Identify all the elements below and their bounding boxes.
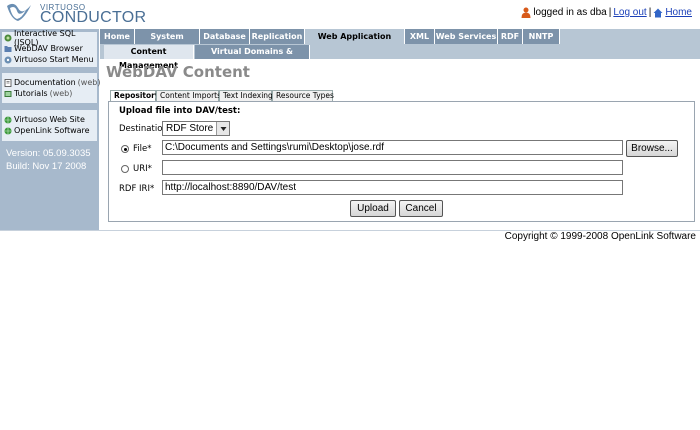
repository-panel: Upload file into DAV/test: Destination R…	[108, 101, 695, 222]
rdf-iri-label: RDF IRI*	[119, 184, 155, 194]
build-text: Build: Nov 17 2008	[6, 161, 87, 172]
user-icon	[521, 7, 531, 18]
version-text: Version: 05.09.3035	[6, 148, 91, 159]
copyright-text: Copyright © 1999-2008 OpenLink Software	[504, 231, 696, 242]
sidebar-item-openlink-software[interactable]: OpenLink Software	[2, 125, 97, 136]
sidebar-item-virtuoso-web-site[interactable]: Virtuoso Web Site	[2, 114, 97, 125]
tab-database[interactable]: Database	[200, 29, 250, 44]
destination-label: Destination	[119, 124, 168, 134]
tab-xml[interactable]: XML	[405, 29, 435, 44]
chevron-down-icon	[216, 122, 229, 135]
sidebar-group-docs: Documentation (web) Tutorials (web)	[2, 73, 100, 103]
tab-text-indexing[interactable]: Text Indexing	[219, 90, 273, 101]
book-icon	[4, 78, 12, 87]
file-path-input[interactable]: C:\Documents and Settings\rumi\Desktop\j…	[162, 140, 623, 155]
subtab-virtual-domains[interactable]: Virtual Domains & Directories	[195, 45, 310, 70]
logo-big-text: CONDUCTOR	[40, 9, 147, 26]
home-link[interactable]: Home	[665, 7, 692, 18]
tab-web-application-server[interactable]: Web Application Server	[305, 29, 405, 56]
start-menu-icon	[4, 56, 12, 63]
uri-input[interactable]	[162, 160, 623, 175]
globe-icon	[4, 127, 12, 134]
sidebar-item-suffix: (web)	[77, 78, 101, 87]
tab-nntp[interactable]: NNTP	[523, 29, 560, 44]
logout-link[interactable]: Log out	[613, 7, 646, 18]
sidebar: Interactive SQL (ISQL) WebDAV Browser Vi…	[0, 29, 100, 230]
header-separator: |	[608, 7, 612, 18]
tab-content-imports[interactable]: Content Imports	[156, 90, 221, 101]
uri-radio[interactable]	[121, 165, 129, 173]
file-label: File*	[133, 144, 152, 154]
sidebar-item-suffix: (web)	[49, 89, 73, 98]
page-title: WebDAV Content	[106, 63, 250, 81]
sidebar-group-links: Virtuoso Web Site OpenLink Software	[2, 110, 97, 141]
login-area: logged in as dba | Log out | Home	[521, 7, 692, 18]
sidebar-item-label: Documentation	[14, 78, 76, 87]
sidebar-item-start-menu[interactable]: Virtuoso Start Menu	[2, 54, 97, 65]
sidebar-item-label: Virtuoso Web Site	[14, 115, 85, 124]
sidebar-item-label: WebDAV Browser	[14, 44, 83, 53]
sidebar-item-isql[interactable]: Interactive SQL (ISQL)	[2, 29, 97, 47]
sub-tab-bar: Content Management Virtual Domains & Dir…	[100, 44, 700, 70]
tab-web-services[interactable]: Web Services	[435, 29, 498, 44]
browse-button[interactable]: Browse...	[626, 140, 678, 157]
tutorial-icon	[4, 90, 12, 97]
sidebar-item-label: Tutorials	[14, 89, 48, 98]
globe-icon	[4, 116, 12, 123]
virtuoso-logo[interactable]: VIRTUOSO CONDUCTOR	[4, 2, 146, 26]
tab-resource-types[interactable]: Resource Types	[272, 90, 334, 101]
sidebar-group-tools: Interactive SQL (ISQL) WebDAV Browser Vi…	[2, 29, 97, 67]
tab-system-admin[interactable]: System Admin	[135, 29, 200, 56]
sidebar-item-tutorials[interactable]: Tutorials (web)	[2, 88, 97, 99]
header-separator: |	[648, 7, 652, 18]
destination-select[interactable]: RDF Store	[162, 121, 230, 136]
upload-heading: Upload file into DAV/test:	[119, 106, 241, 116]
tab-rdf[interactable]: RDF	[498, 29, 523, 44]
sidebar-item-label: Virtuoso Start Menu	[14, 55, 94, 64]
uri-label: URI*	[133, 164, 152, 174]
header: VIRTUOSO CONDUCTOR logged in as dba | Lo…	[0, 0, 700, 28]
tab-repository[interactable]: Repository	[110, 90, 160, 101]
destination-value: RDF Store	[166, 123, 214, 134]
sidebar-item-documentation[interactable]: Documentation (web)	[2, 77, 100, 88]
subtab-content-management[interactable]: Content Management	[104, 45, 194, 70]
rdf-iri-input[interactable]: http://localhost:8890/DAV/test	[162, 180, 623, 195]
folder-icon	[4, 45, 12, 52]
sidebar-item-label: OpenLink Software	[14, 126, 90, 135]
tab-home[interactable]: Home	[100, 29, 135, 44]
main-tab-bar: Home System Admin Database Replication W…	[100, 29, 700, 56]
virtuoso-logo-icon	[7, 3, 31, 22]
file-radio[interactable]	[121, 145, 129, 153]
login-status: logged in as dba	[533, 7, 607, 18]
home-icon[interactable]	[653, 8, 663, 18]
isql-icon	[4, 34, 12, 41]
sidebar-item-webdav-browser[interactable]: WebDAV Browser	[2, 43, 97, 54]
version-info: Version: 05.09.3035 Build: Nov 17 2008	[2, 147, 97, 179]
upload-button[interactable]: Upload	[350, 200, 396, 217]
tab-replication[interactable]: Replication	[250, 29, 305, 44]
cancel-button[interactable]: Cancel	[399, 200, 443, 217]
